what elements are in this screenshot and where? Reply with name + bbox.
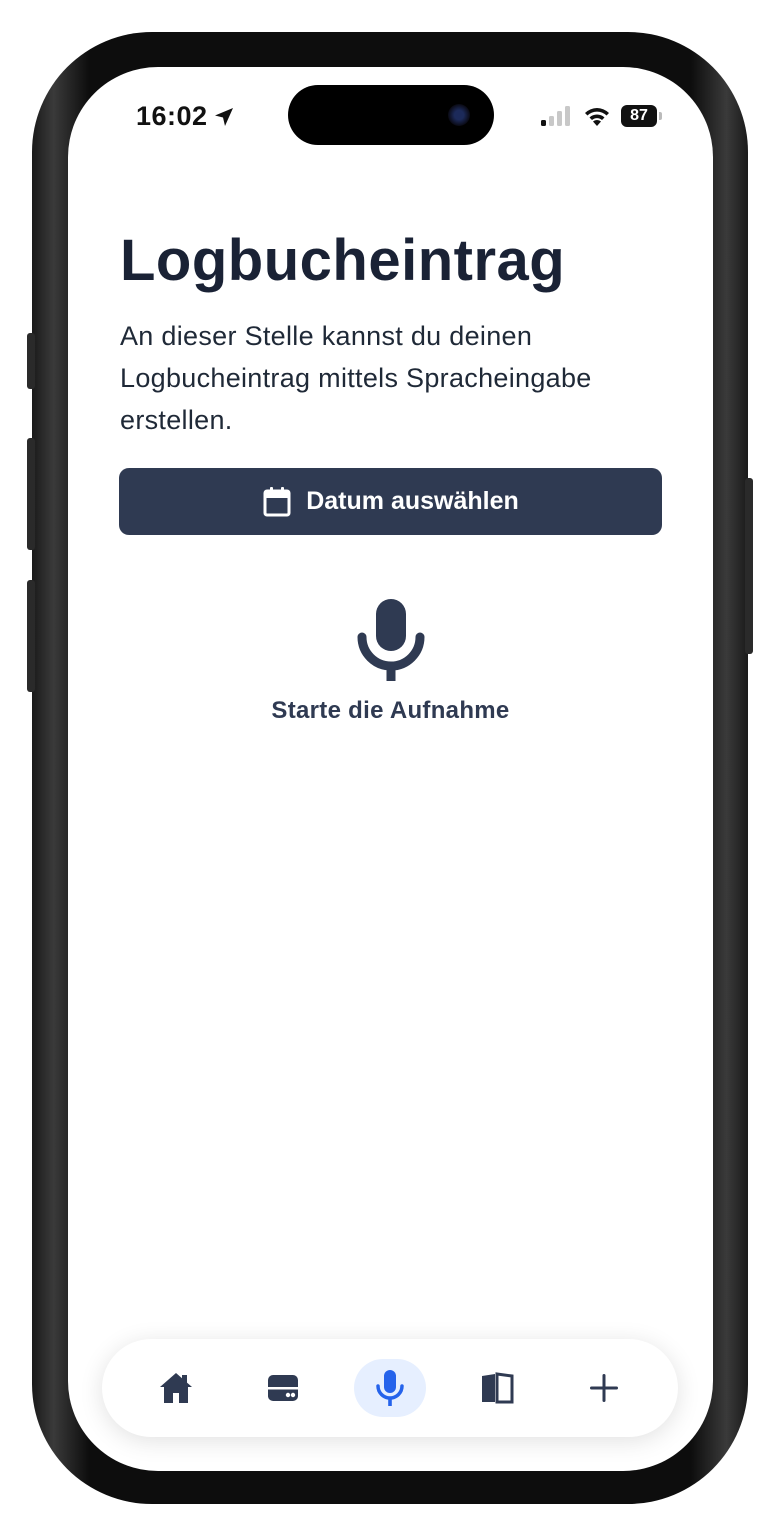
home-icon <box>159 1373 192 1403</box>
select-date-button[interactable]: Datum auswählen <box>119 468 662 535</box>
page-title: Logbucheintrag <box>120 228 566 293</box>
volume-down-button <box>27 580 35 692</box>
tab-book[interactable] <box>461 1359 533 1417</box>
location-arrow-icon <box>214 107 233 126</box>
action-button <box>27 333 35 389</box>
screen: 16:02 87 Logbucheintrag An dieser Stelle… <box>68 67 713 1471</box>
inbox-icon <box>267 1375 298 1401</box>
power-button <box>745 478 753 654</box>
record-area: Starte die Aufnahme <box>68 597 713 725</box>
record-label[interactable]: Starte die Aufnahme <box>271 697 509 725</box>
battery-level: 87 <box>630 107 648 124</box>
select-date-label: Datum auswählen <box>306 487 519 515</box>
microphone-icon <box>376 1370 404 1406</box>
book-icon <box>482 1372 514 1404</box>
tab-home[interactable] <box>140 1359 212 1417</box>
plus-icon <box>590 1374 619 1402</box>
tab-inbox[interactable] <box>247 1359 319 1417</box>
dynamic-island <box>288 85 494 145</box>
wifi-icon <box>585 108 609 126</box>
record-microphone-icon[interactable] <box>356 597 426 683</box>
status-time: 16:02 <box>136 101 236 132</box>
status-indicators: 87 <box>541 105 662 127</box>
signal-icon <box>541 106 570 126</box>
page-description: An dieser Stelle kannst du deinen Logbuc… <box>120 321 592 435</box>
status-time-text: 16:02 <box>136 101 208 131</box>
bottom-tab-bar <box>102 1339 678 1437</box>
volume-up-button <box>27 438 35 550</box>
tab-microphone[interactable] <box>353 1359 426 1417</box>
tab-add[interactable] <box>568 1359 640 1417</box>
battery-icon: 87 <box>621 105 662 127</box>
camera-icon <box>448 104 470 126</box>
calendar-icon <box>263 486 291 516</box>
